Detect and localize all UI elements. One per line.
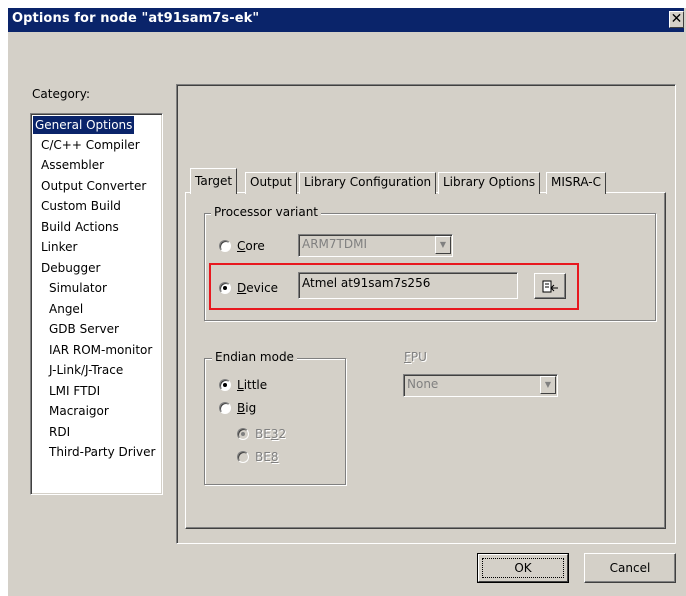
core-select-value: ARM7TDMI xyxy=(302,237,367,251)
category-item-jlink-jtrace[interactable]: J-Link/J-Trace xyxy=(47,361,125,379)
category-item-debugger[interactable]: Debugger xyxy=(39,259,102,277)
category-item-third-party-driver[interactable]: Third-Party Driver xyxy=(47,443,157,461)
top-margin xyxy=(0,0,686,8)
close-icon: ✕ xyxy=(670,11,683,27)
be8-label: BE8 xyxy=(255,450,279,464)
category-list[interactable]: General Options C/C++ Compiler Assembler… xyxy=(30,113,163,495)
be8-radio[interactable] xyxy=(237,451,249,463)
title-bar[interactable]: Options for node "at91sam7s-ek" ✕ xyxy=(8,8,684,32)
tab-output[interactable]: Output xyxy=(245,172,297,194)
category-item-c-compiler[interactable]: C/C++ Compiler xyxy=(39,136,142,154)
core-label: Core xyxy=(237,239,265,253)
processor-variant-title: Processor variant xyxy=(211,205,321,219)
tab-target[interactable]: Target xyxy=(190,168,238,194)
endian-mode-group xyxy=(204,358,346,485)
category-item-macraigor[interactable]: Macraigor xyxy=(47,402,111,420)
category-item-linker[interactable]: Linker xyxy=(39,238,79,256)
category-item-custom-build[interactable]: Custom Build xyxy=(39,197,123,215)
cancel-button[interactable]: Cancel xyxy=(584,553,676,583)
category-item-lmi-ftdi[interactable]: LMI FTDI xyxy=(47,382,102,400)
window-title: Options for node "at91sam7s-ek" xyxy=(12,11,260,26)
cancel-button-label: Cancel xyxy=(609,561,651,575)
category-item-simulator[interactable]: Simulator xyxy=(47,279,109,297)
category-item-general-options[interactable]: General Options xyxy=(33,116,135,134)
fpu-select[interactable]: None ▼ xyxy=(403,374,558,397)
fpu-label: FPU xyxy=(404,350,427,364)
ok-button[interactable]: OK xyxy=(477,553,569,583)
category-item-assembler[interactable]: Assembler xyxy=(39,156,106,174)
big-endian-radio[interactable] xyxy=(219,402,231,414)
endian-mode-title: Endian mode xyxy=(212,350,297,364)
category-item-output-converter[interactable]: Output Converter xyxy=(39,177,148,195)
be32-label: BE32 xyxy=(255,427,287,441)
little-endian-radio[interactable] xyxy=(219,379,231,391)
big-endian-label: Big xyxy=(237,401,257,415)
chevron-down-icon[interactable]: ▼ xyxy=(435,236,451,254)
category-item-gdb-server[interactable]: GDB Server xyxy=(47,320,121,338)
category-item-angel[interactable]: Angel xyxy=(47,300,85,318)
fpu-select-value: None xyxy=(407,377,439,391)
close-button[interactable]: ✕ xyxy=(669,11,684,28)
left-margin xyxy=(0,0,8,596)
tab-misra-c[interactable]: MISRA-C xyxy=(546,172,607,194)
category-item-build-actions[interactable]: Build Actions xyxy=(39,218,121,236)
little-endian-label: Little xyxy=(237,378,268,392)
core-radio[interactable] xyxy=(219,240,231,252)
be32-radio[interactable] xyxy=(237,428,249,440)
category-label: Category: xyxy=(32,87,90,101)
chevron-down-icon[interactable]: ▼ xyxy=(540,376,556,394)
ok-button-label: OK xyxy=(514,561,532,575)
category-item-iar-rom-monitor[interactable]: IAR ROM-monitor xyxy=(47,341,154,359)
device-highlight-box xyxy=(209,263,579,310)
tab-library-configuration[interactable]: Library Configuration xyxy=(299,172,437,194)
core-select[interactable]: ARM7TDMI ▼ xyxy=(298,234,453,257)
options-dialog: Options for node "at91sam7s-ek" ✕ Catego… xyxy=(0,0,686,596)
category-item-rdi[interactable]: RDI xyxy=(47,423,72,441)
tab-library-options[interactable]: Library Options xyxy=(438,172,541,194)
